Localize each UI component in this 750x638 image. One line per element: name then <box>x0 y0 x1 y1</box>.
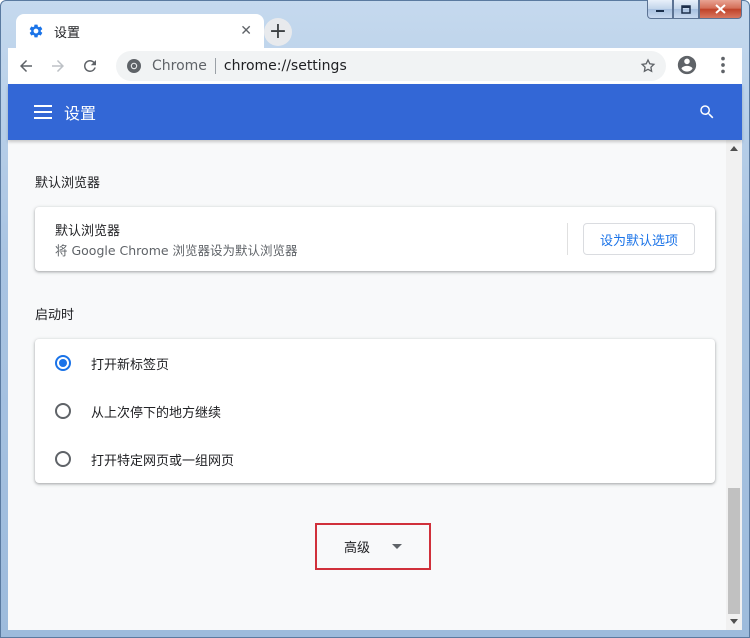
section-title-startup: 启动时 <box>35 308 75 323</box>
radio-label: 从上次停下的地方继续 <box>91 405 222 421</box>
row-separator <box>567 223 568 255</box>
omnibox-chip: Chrome <box>152 58 207 74</box>
arrow-right-icon <box>52 60 64 72</box>
reload-button[interactable] <box>76 52 104 80</box>
default-browser-row-title: 默认浏览器 <box>55 224 121 239</box>
tab-title: 设置 <box>54 25 81 41</box>
radio-button[interactable] <box>55 451 71 467</box>
advanced-toggle-button[interactable]: 高级 <box>315 523 431 570</box>
plus-icon: + <box>268 19 288 44</box>
address-bar[interactable]: Chrome chrome://settings <box>116 51 666 81</box>
radio-label: 打开特定网页或一组网页 <box>91 453 235 469</box>
radio-button-checked[interactable] <box>55 355 71 371</box>
startup-option-continue[interactable]: 从上次停下的地方继续 <box>35 387 715 435</box>
scroll-thumb[interactable] <box>728 488 740 614</box>
profile-avatar-icon[interactable] <box>676 54 698 76</box>
startup-option-specific-pages[interactable]: 打开特定网页或一组网页 <box>35 435 715 483</box>
arrow-left-icon <box>20 60 32 72</box>
back-button[interactable] <box>12 52 40 80</box>
tab-close-icon[interactable]: ✕ <box>240 23 252 39</box>
more-vert-icon[interactable] <box>712 54 734 76</box>
reload-icon <box>84 60 96 72</box>
radio-button[interactable] <box>55 403 71 419</box>
startup-card: 打开新标签页 从上次停下的地方继续 打开特定网页或一组网页 <box>35 339 715 483</box>
tab-strip: 设置 ✕ + <box>8 10 742 48</box>
tab-settings[interactable]: 设置 ✕ <box>16 14 264 48</box>
search-icon[interactable] <box>698 103 716 121</box>
default-browser-row-subtitle: 将 Google Chrome 浏览器设为默认浏览器 <box>55 243 298 258</box>
advanced-label: 高级 <box>343 541 370 556</box>
settings-header: 设置 <box>8 84 742 140</box>
chrome-logo-icon <box>127 59 141 73</box>
hamburger-menu-icon[interactable] <box>34 105 52 119</box>
scroll-up-arrow-icon[interactable] <box>730 146 738 151</box>
gear-icon <box>29 24 43 38</box>
forward-button[interactable] <box>44 52 72 80</box>
section-title-default-browser: 默认浏览器 <box>35 176 101 191</box>
scroll-down-arrow-icon[interactable] <box>730 619 738 624</box>
settings-content: 默认浏览器 默认浏览器 将 Google Chrome 浏览器设为默认浏览器 设… <box>8 140 726 630</box>
radio-label: 打开新标签页 <box>91 357 170 373</box>
new-tab-button[interactable]: + <box>264 18 292 46</box>
default-browser-card: 默认浏览器 将 Google Chrome 浏览器设为默认浏览器 设为默认选项 <box>35 207 715 271</box>
bookmark-star-icon[interactable] <box>640 58 656 74</box>
omnibox-separator <box>214 58 216 74</box>
page-title: 设置 <box>64 104 97 123</box>
startup-option-new-tab[interactable]: 打开新标签页 <box>35 339 715 387</box>
scrollbar[interactable] <box>726 140 742 630</box>
toolbar: Chrome chrome://settings <box>8 48 742 84</box>
make-default-button[interactable]: 设为默认选项 <box>583 223 695 255</box>
caret-down-icon <box>392 544 402 549</box>
url-text: chrome://settings <box>223 58 347 74</box>
